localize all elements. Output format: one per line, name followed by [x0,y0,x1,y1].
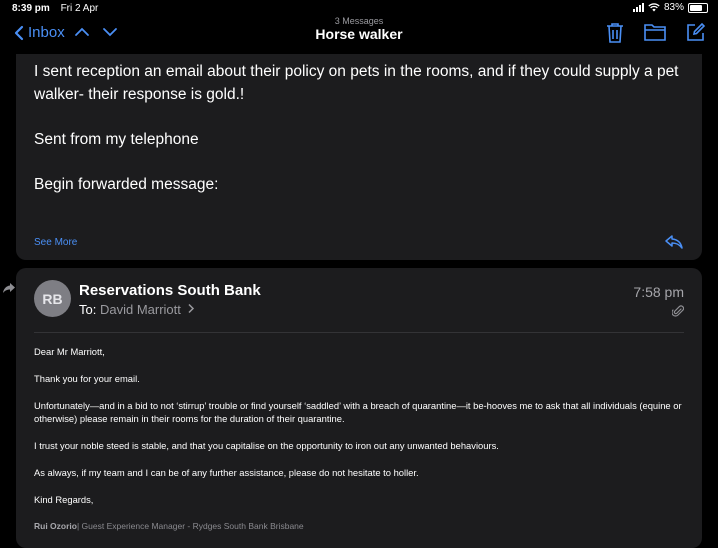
battery-percent: 83% [663,2,684,13]
message-paragraph: I trust your noble steed is stable, and … [34,440,499,451]
status-bar: 8:39 pm Fri 2 Apr 83% [0,0,718,16]
message-paragraph: Dear Mr Marriott, [34,346,105,357]
message-navigation [74,27,118,37]
status-date: Fri 2 Apr [60,3,99,14]
chevron-up-icon[interactable] [74,27,90,37]
message-1-line: Sent from my telephone [34,131,199,148]
message-2-body: Dear Mr Marriott, Thank you for your ema… [34,345,684,533]
status-datetime: 8:39 pm Fri 2 Apr [12,3,98,14]
back-to-inbox-button[interactable]: Inbox [14,24,65,41]
message-paragraph: Thank you for your email. [34,373,140,384]
signature-name: Rui Ozorio [34,521,77,531]
recipient-name: David Marriott [99,302,181,317]
recipient-line[interactable]: To: David Marriott [79,302,195,317]
message-card-2: RB Reservations South Bank To: David Mar… [16,268,702,548]
message-paragraph: Unfortunately—and in a bid to not ‘stirr… [34,400,682,424]
toolbar-actions [606,22,706,44]
paperclip-icon [672,305,684,317]
folder-icon[interactable] [644,22,666,42]
chevron-down-icon[interactable] [102,27,118,37]
message-paragraph: As always, if my team and I can be of an… [34,467,419,478]
status-indicators: 83% [632,2,708,13]
avatar[interactable]: RB [34,280,71,317]
nav-bar: 3 Messages Horse walker Inbox [0,16,718,52]
trash-icon[interactable] [606,22,624,44]
chevron-left-icon [14,25,24,40]
battery-icon [688,2,708,13]
email-signature: Rui Ozorio| Guest Experience Manager - R… [34,520,684,533]
message-card-1: I sent reception an email about their po… [16,54,702,260]
compose-icon[interactable] [686,22,706,42]
back-label: Inbox [28,24,65,41]
message-1-body: I sent reception an email about their po… [16,54,702,196]
cellular-signal-icon [632,3,644,12]
sender-name[interactable]: Reservations South Bank [79,282,261,299]
status-time: 8:39 pm [12,3,50,14]
chevron-right-icon [187,303,194,314]
header-divider [34,332,684,333]
forwarded-arrow-icon [3,283,15,293]
message-1-line: Begin forwarded message: [34,176,219,193]
signature-title: | Guest Experience Manager - Rydges Sout… [76,521,304,531]
message-1-line: I sent reception an email about their po… [34,63,679,103]
reply-icon[interactable] [664,234,684,250]
to-label: To: [79,302,97,317]
wifi-icon [648,3,660,12]
message-paragraph: Kind Regards, [34,494,94,505]
message-time: 7:58 pm [633,284,684,300]
see-more-link[interactable]: See More [34,237,77,248]
